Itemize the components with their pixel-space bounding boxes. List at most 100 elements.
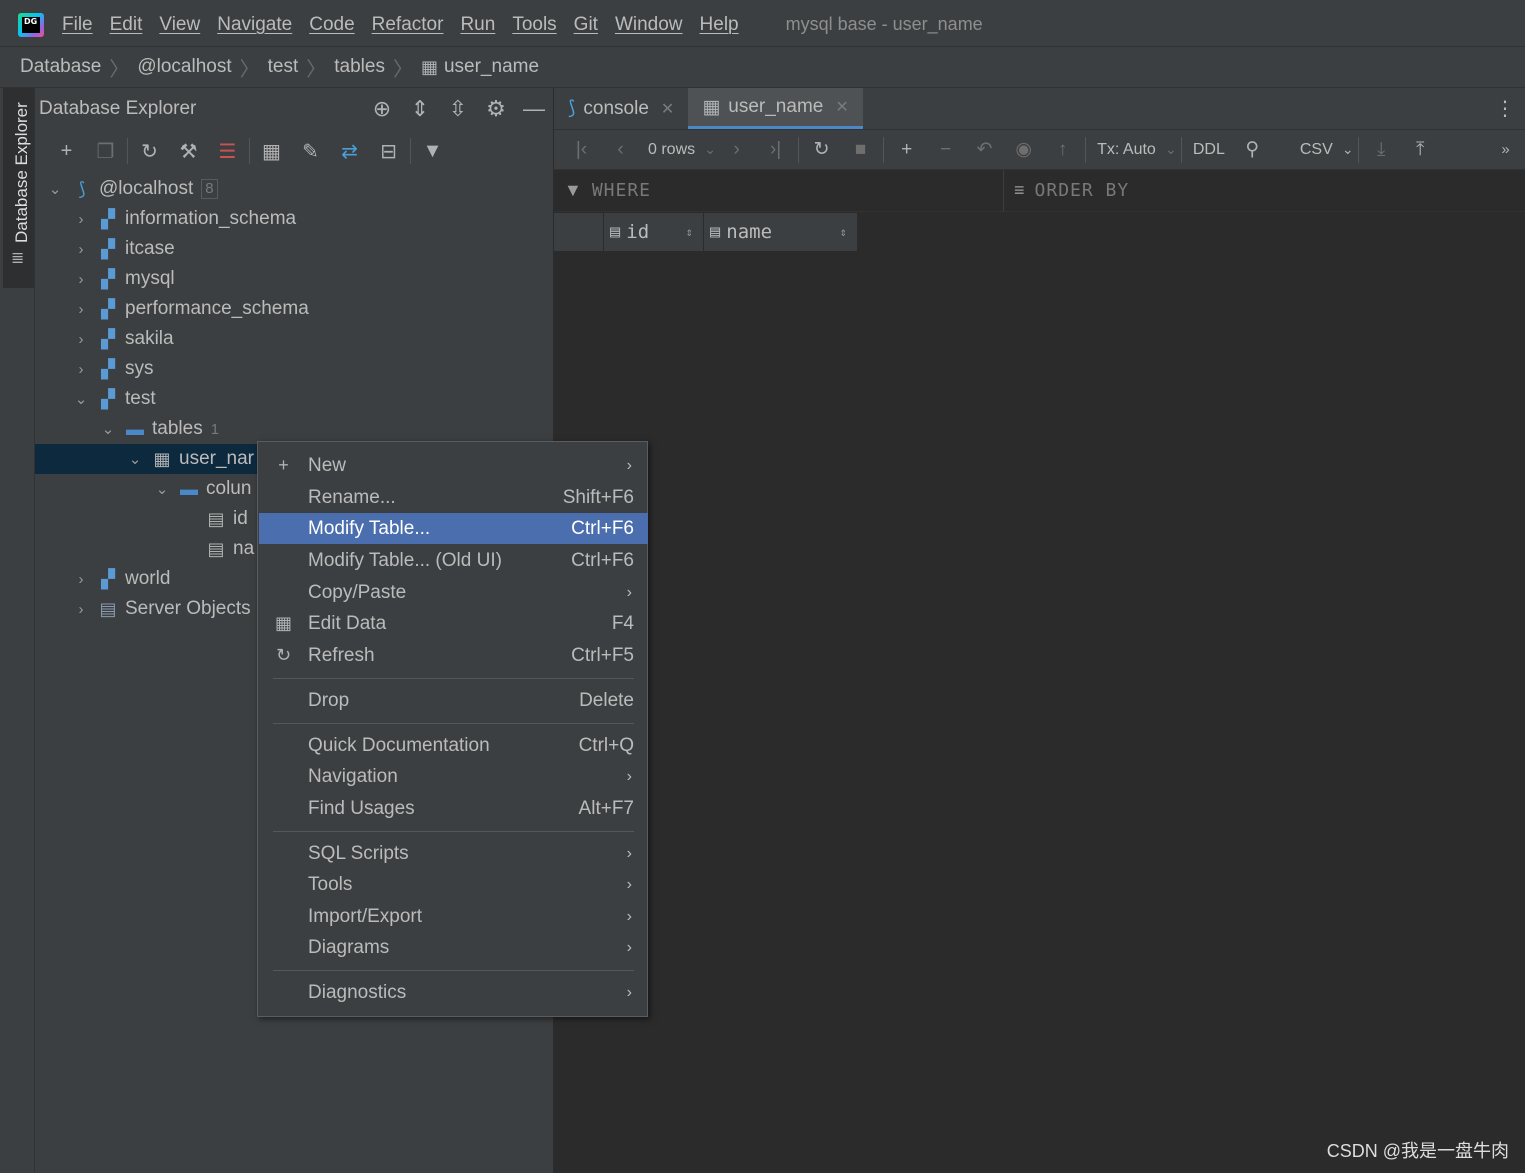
query-console-icon[interactable]: ⊟ (369, 139, 408, 164)
ddl-button[interactable]: DDL (1185, 141, 1233, 159)
delete-row-icon[interactable]: − (926, 139, 965, 161)
menu-item-modify-table-old-ui[interactable]: Modify Table... (Old UI) Ctrl+F6 (259, 545, 648, 576)
chevron-down-icon[interactable]: ⌄ (98, 420, 118, 438)
menu-item-quick-documentation[interactable]: Quick Documentation Ctrl+Q (259, 730, 648, 761)
chevron-down-icon[interactable]: ⌄ (71, 390, 91, 408)
tree-node-tables[interactable]: ⌄ ▬ tables 1 (35, 414, 554, 444)
menu-git[interactable]: Git (574, 14, 598, 36)
chevron-right-icon[interactable]: › (71, 211, 91, 228)
toolbar-overflow-icon[interactable]: » (1486, 141, 1525, 158)
tree-node-itcase[interactable]: › ▞ itcase (35, 234, 554, 264)
order-by-filter[interactable]: ≡ ORDER BY (1004, 170, 1525, 211)
menu-item-diagrams[interactable]: Diagrams › (259, 932, 648, 963)
chevron-down-icon[interactable]: ⌄ (152, 480, 172, 498)
menu-item-import-export[interactable]: Import/Export › (259, 901, 648, 932)
gear-icon[interactable]: ⚙ (477, 96, 515, 122)
breadcrumb-user-name[interactable]: user_name (444, 56, 539, 78)
menu-tools[interactable]: Tools (512, 14, 556, 36)
menu-file[interactable]: File (62, 14, 93, 36)
breadcrumb-tables[interactable]: tables (334, 56, 385, 78)
minimize-icon[interactable]: — (515, 96, 553, 122)
tree-node-performance-schema[interactable]: › ▞ performance_schema (35, 294, 554, 324)
menu-item-find-usages[interactable]: Find Usages Alt+F7 (259, 793, 648, 824)
chevron-down-icon[interactable]: ⌄ (45, 180, 65, 198)
next-page-icon[interactable]: › (717, 139, 756, 161)
menu-item-new[interactable]: + New › (259, 450, 648, 481)
chevron-down-icon[interactable]: ⌄ (1341, 141, 1355, 158)
add-icon[interactable]: + (47, 140, 86, 163)
stop-icon[interactable]: ■ (841, 139, 880, 161)
tab-console[interactable]: ⟆ console ✕ (554, 88, 688, 129)
properties-icon[interactable]: ⚒ (169, 139, 208, 164)
edit-icon[interactable]: ✎ (291, 139, 330, 164)
locate-icon[interactable]: ⊕ (363, 96, 401, 122)
menu-item-navigation[interactable]: Navigation › (259, 761, 648, 792)
close-icon[interactable]: ✕ (835, 97, 848, 117)
menu-navigate[interactable]: Navigate (217, 14, 292, 36)
chevron-right-icon[interactable]: › (71, 361, 91, 378)
chevron-right-icon[interactable]: › (71, 301, 91, 318)
collapse-all-icon[interactable]: ⇳ (439, 96, 477, 122)
submit-icon[interactable]: ↑ (1043, 139, 1082, 161)
tree-node-localhost[interactable]: ⌄ ⟆ @localhost 8 (35, 174, 554, 204)
tree-node-information-schema[interactable]: › ▞ information_schema (35, 204, 554, 234)
tx-mode-dropdown[interactable]: Tx: Auto (1089, 141, 1164, 159)
upload-icon[interactable]: ⤒ (1401, 139, 1440, 161)
column-header-name[interactable]: ▤ name ⇕ (704, 213, 858, 251)
column-header-id[interactable]: ▤ id ⇕ (604, 213, 704, 251)
copy-icon[interactable]: ❐ (86, 139, 125, 164)
last-page-icon[interactable]: ›| (756, 139, 795, 161)
tree-node-mysql[interactable]: › ▞ mysql (35, 264, 554, 294)
previous-page-icon[interactable]: ‹ (601, 139, 640, 161)
refresh-icon[interactable]: ↻ (130, 139, 169, 164)
app-logo-icon[interactable]: DG (18, 12, 44, 37)
menu-edit[interactable]: Edit (110, 14, 143, 36)
menu-item-rename[interactable]: Rename... Shift+F6 (259, 482, 648, 513)
chevron-right-icon[interactable]: › (71, 601, 91, 618)
filter-icon[interactable]: ▼ (413, 140, 452, 163)
download-icon[interactable]: ⤓ (1362, 139, 1401, 161)
menu-item-tools[interactable]: Tools › (259, 869, 648, 900)
breadcrumb-test[interactable]: test (268, 56, 299, 78)
menu-item-modify-table[interactable]: Modify Table... Ctrl+F6 (259, 513, 648, 544)
table-icon[interactable]: ▦ (252, 139, 291, 164)
more-icon[interactable]: ⋮ (1485, 88, 1525, 129)
datasource-icon[interactable]: ☰ (208, 139, 247, 164)
add-row-icon[interactable]: + (887, 139, 926, 161)
menu-view[interactable]: View (159, 14, 200, 36)
preview-icon[interactable]: ◉ (1004, 138, 1043, 161)
chevron-right-icon[interactable]: › (71, 571, 91, 588)
tree-node-sakila[interactable]: › ▞ sakila (35, 324, 554, 354)
breadcrumb-localhost[interactable]: @localhost (137, 56, 231, 78)
where-filter[interactable]: ▼ WHERE (554, 170, 1004, 211)
menu-item-refresh[interactable]: ↻ Refresh Ctrl+F5 (259, 640, 648, 671)
menu-item-edit-data[interactable]: ▦ Edit Data F4 (259, 608, 648, 639)
chevron-right-icon[interactable]: › (71, 331, 91, 348)
tab-user-name[interactable]: ▦ user_name ✕ (688, 88, 863, 129)
database-explorer-tool-tab[interactable]: Database Explorer ≣ (3, 88, 34, 288)
search-icon[interactable]: ⚲ (1233, 138, 1272, 161)
chevron-right-icon[interactable]: › (71, 241, 91, 258)
sort-icon[interactable]: ⇕ (686, 225, 693, 239)
chevron-down-icon[interactable]: ⌄ (1164, 141, 1178, 158)
menu-item-sql-scripts[interactable]: SQL Scripts › (259, 838, 648, 869)
revert-icon[interactable]: ↶ (965, 138, 1004, 161)
tree-node-test[interactable]: ⌄ ▞ test (35, 384, 554, 414)
menu-item-copy-paste[interactable]: Copy/Paste › (259, 577, 648, 608)
sort-icon[interactable]: ⇕ (840, 225, 847, 239)
menu-help[interactable]: Help (700, 14, 739, 36)
chevron-right-icon[interactable]: › (71, 271, 91, 288)
breadcrumb-database[interactable]: Database (20, 56, 101, 78)
refresh-icon[interactable]: ↻ (802, 138, 841, 161)
menu-code[interactable]: Code (309, 14, 354, 36)
chevron-down-icon[interactable]: ⌄ (125, 450, 145, 468)
chevron-down-icon[interactable]: ⌄ (703, 141, 717, 158)
menu-refactor[interactable]: Refactor (372, 14, 444, 36)
menu-run[interactable]: Run (460, 14, 495, 36)
first-page-icon[interactable]: |‹ (562, 139, 601, 161)
menu-item-diagnostics[interactable]: Diagnostics › (259, 977, 648, 1008)
tree-node-sys[interactable]: › ▞ sys (35, 354, 554, 384)
menu-item-drop[interactable]: Drop Delete (259, 685, 648, 716)
menu-window[interactable]: Window (615, 14, 683, 36)
jump-icon[interactable]: ⇄ (330, 139, 369, 164)
